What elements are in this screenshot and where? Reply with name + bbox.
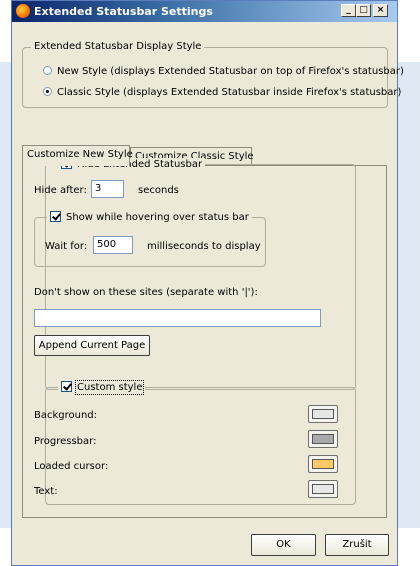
text-color-button[interactable] xyxy=(308,480,338,498)
background-color-button[interactable] xyxy=(308,405,338,423)
close-button[interactable]: × xyxy=(373,4,388,17)
hide-statusbar-group: Hide Extended Statusbar Hide after: 3 se… xyxy=(34,158,356,390)
sites-label: Don't show on these sites (separate with… xyxy=(34,287,258,298)
custom-style-label: Custom style xyxy=(74,380,145,395)
maximize-button[interactable]: □ xyxy=(356,4,371,17)
window-title: Extended Statusbar Settings xyxy=(34,5,213,18)
custom-style-legend[interactable]: Custom style xyxy=(58,380,146,395)
hover-label: Show while hovering over status bar xyxy=(66,212,249,223)
classic-style-radio[interactable] xyxy=(43,87,52,96)
sites-input[interactable] xyxy=(34,309,321,327)
loaded-cursor-label: Loaded cursor: xyxy=(34,461,109,472)
title-bar[interactable]: Extended Statusbar Settings _ □ × xyxy=(12,1,397,22)
hide-after-input[interactable]: 3 xyxy=(91,180,124,198)
firefox-icon xyxy=(16,4,30,18)
new-style-label: New Style (displays Extended Statusbar o… xyxy=(57,66,404,77)
progressbar-label: Progressbar: xyxy=(34,436,97,447)
background-color-swatch xyxy=(312,409,334,419)
minimize-button[interactable]: _ xyxy=(341,4,356,17)
new-style-option[interactable]: New Style (displays Extended Statusbar o… xyxy=(43,66,404,77)
hide-after-unit: seconds xyxy=(138,185,179,196)
text-label: Text: xyxy=(34,486,58,497)
display-style-group: Extended Statusbar Display Style New Sty… xyxy=(22,41,404,108)
loaded-cursor-color-swatch xyxy=(312,459,334,469)
hide-after-label: Hide after: xyxy=(34,185,87,196)
progressbar-color-swatch xyxy=(312,434,334,444)
hover-group: Show while hovering over status bar Wait… xyxy=(34,211,266,267)
background-label: Background: xyxy=(34,410,98,421)
settings-dialog: Extended Statusbar Settings _ □ × Extend… xyxy=(11,0,404,566)
classic-style-label: Classic Style (displays Extended Statusb… xyxy=(57,87,402,98)
loaded-cursor-color-button[interactable] xyxy=(308,455,338,473)
ok-button[interactable]: OK xyxy=(251,534,316,556)
hover-checkbox[interactable] xyxy=(50,211,61,222)
display-style-legend: Extended Statusbar Display Style xyxy=(31,41,205,52)
wait-for-input[interactable]: 500 xyxy=(93,236,133,254)
wait-for-label: Wait for: xyxy=(45,241,88,252)
new-style-radio[interactable] xyxy=(43,66,52,75)
classic-style-option[interactable]: Classic Style (displays Extended Statusb… xyxy=(43,87,401,98)
append-current-page-button[interactable]: Append Current Page xyxy=(34,335,150,356)
wait-for-unit: milliseconds to display xyxy=(147,241,261,252)
cancel-button[interactable]: Zrušit xyxy=(325,534,389,556)
custom-style-checkbox[interactable] xyxy=(61,381,72,392)
hover-legend[interactable]: Show while hovering over status bar xyxy=(47,211,252,223)
text-color-swatch xyxy=(312,484,334,494)
progressbar-color-button[interactable] xyxy=(308,430,338,448)
tab-customize-new-style[interactable]: Customize New Style xyxy=(22,145,133,166)
